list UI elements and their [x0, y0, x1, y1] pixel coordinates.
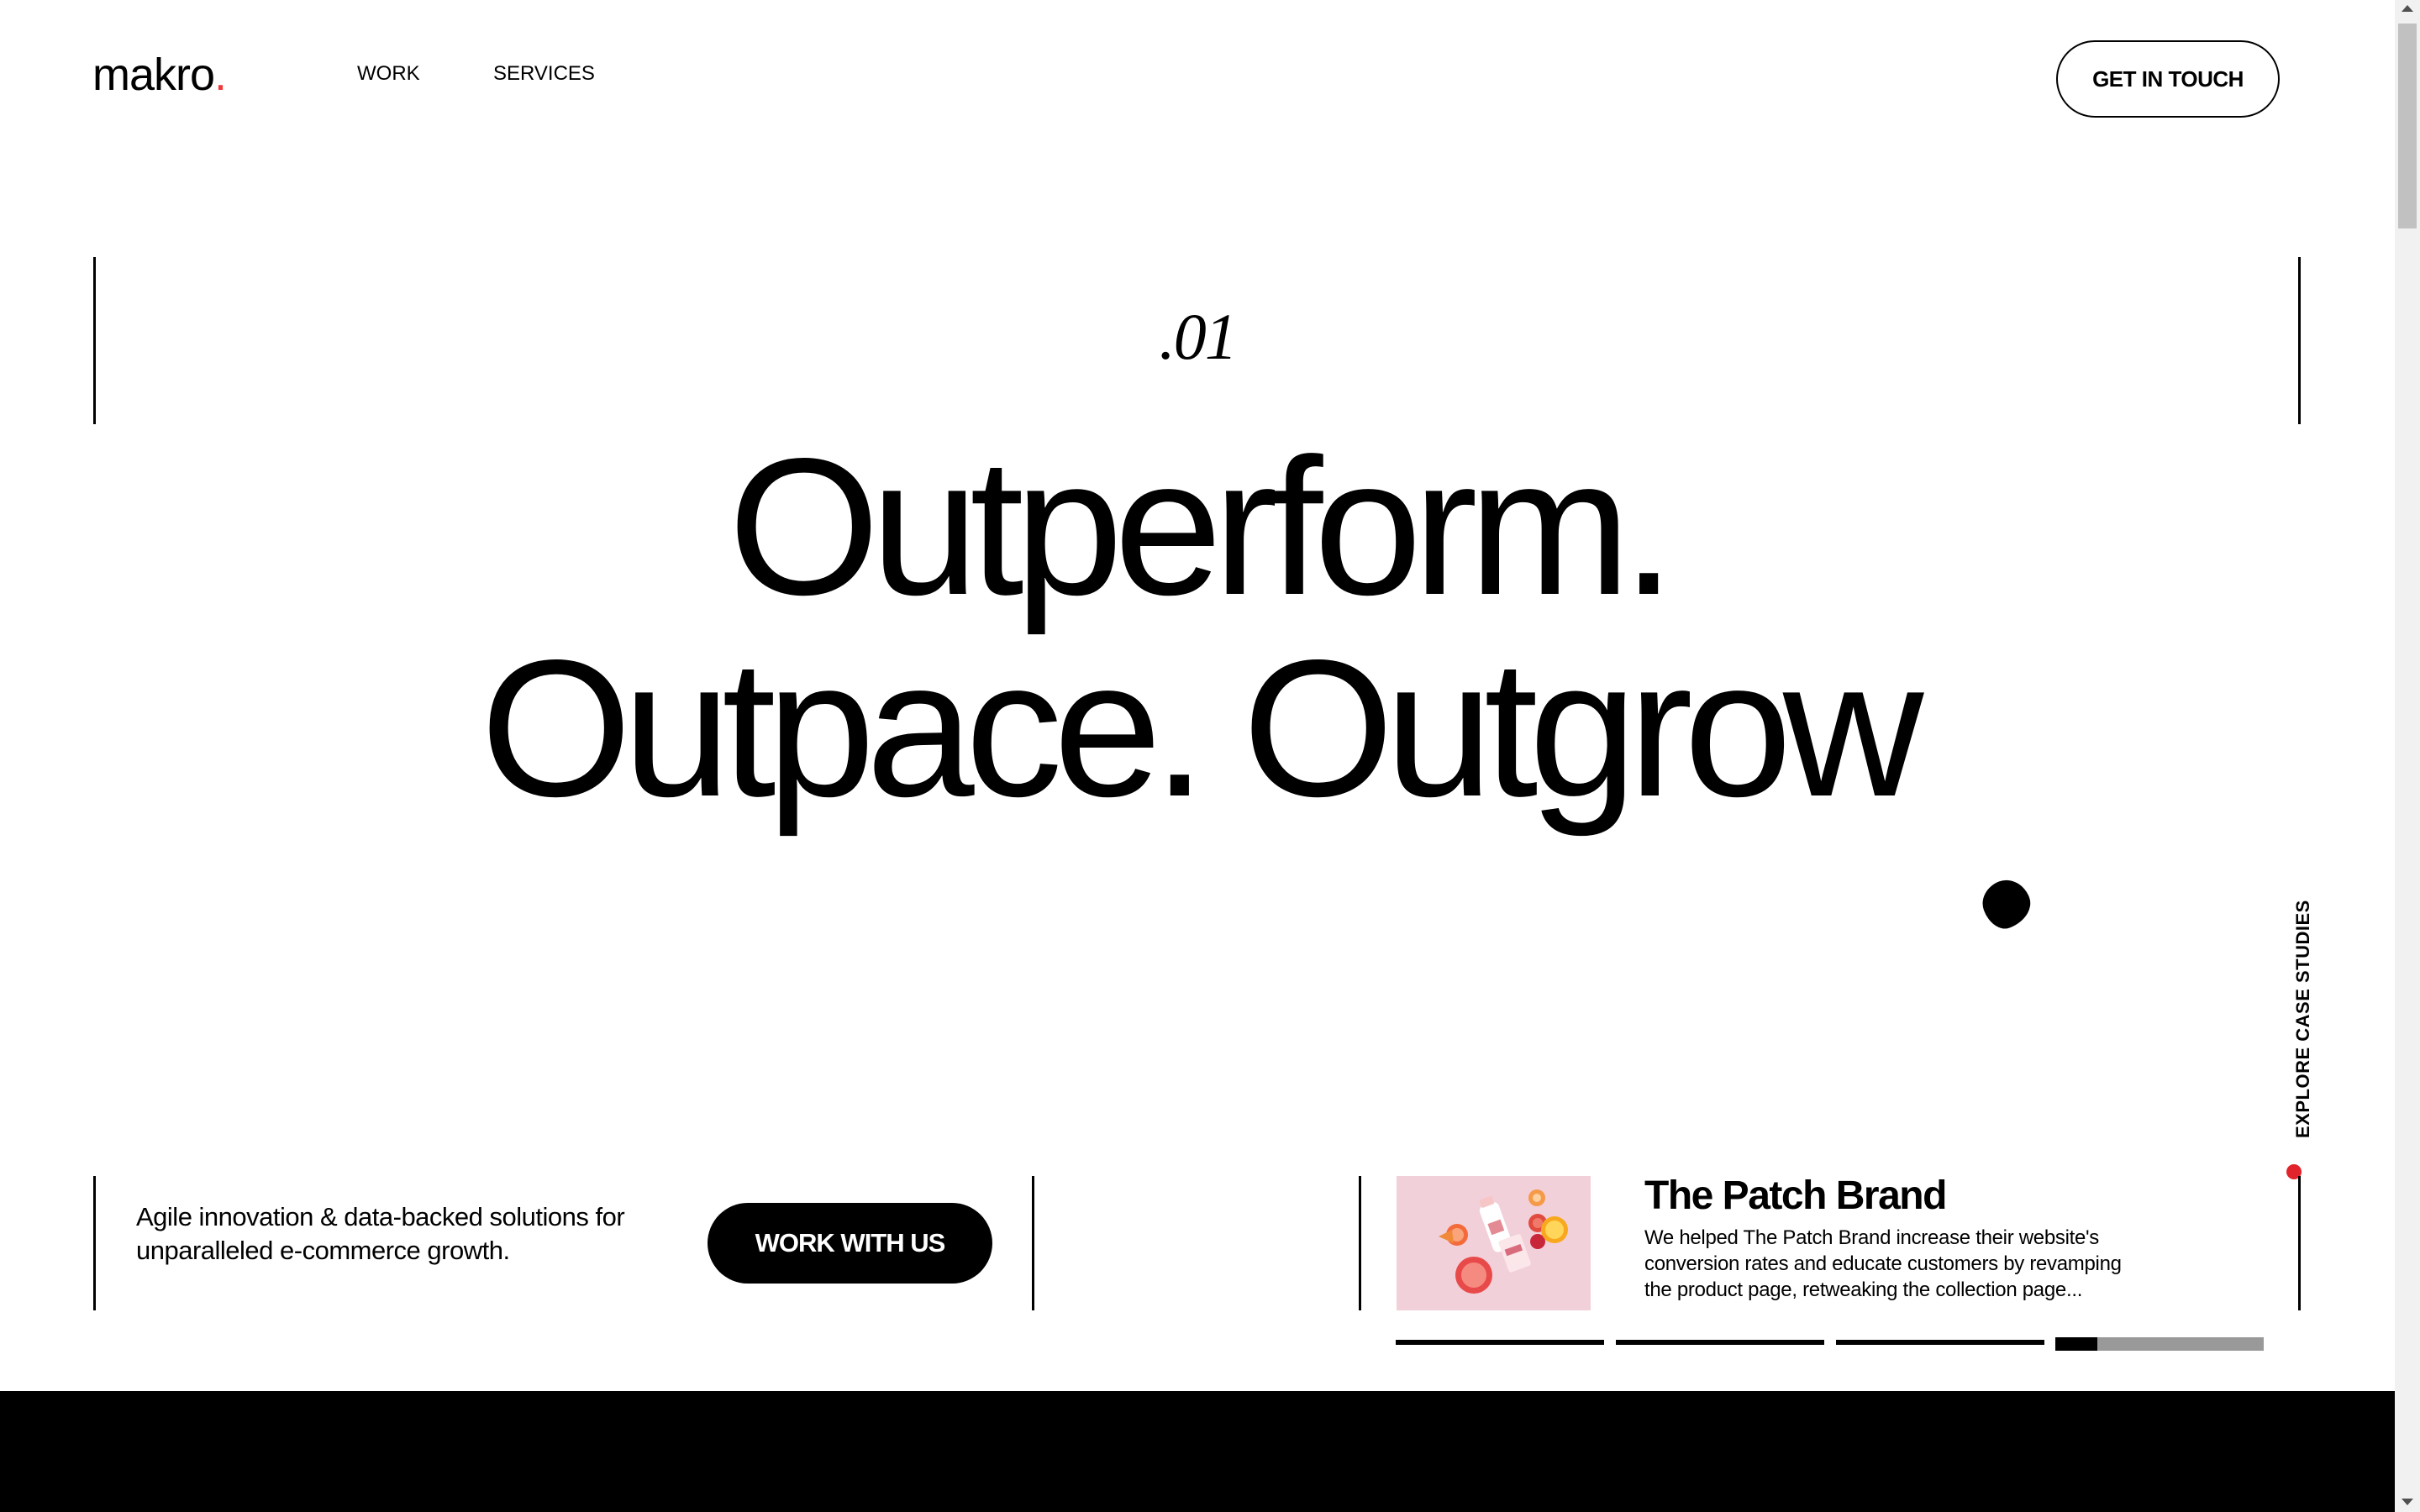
scroll-up-arrow-icon[interactable] — [2402, 5, 2413, 12]
page-scrollbar[interactable] — [2395, 0, 2420, 1512]
slide-progress-2[interactable] — [1616, 1340, 1824, 1345]
case-study-title[interactable]: The Patch Brand — [1644, 1176, 1947, 1216]
hero-headline-line-1: Outperform. — [728, 418, 1676, 636]
nav-services-link[interactable]: SERVICES — [493, 64, 595, 84]
intro-tagline: Agile innovation & data-backed solutions… — [136, 1202, 625, 1265]
intro-frame-left-line — [93, 1176, 96, 1310]
work-with-us-button[interactable]: WORK WITH US — [708, 1203, 992, 1284]
hero-headline-line-2: Outpace. Outgrow — [480, 620, 1924, 837]
footer-section — [0, 1391, 2395, 1512]
slide-progress-4[interactable] — [2055, 1337, 2264, 1351]
product-image — [1397, 1176, 1591, 1310]
scroll-thumb[interactable] — [2398, 24, 2417, 228]
case-study-description: We helped The Patch Brand increase their… — [1644, 1226, 2122, 1301]
logo-text: makro — [92, 50, 215, 100]
case-frame-left-line — [1359, 1176, 1361, 1310]
explore-case-studies-label[interactable]: EXPLORE CASE STUDIES — [2292, 900, 2314, 1138]
case-frame-right-line — [2298, 1176, 2301, 1310]
hero-frame-right-line — [2298, 257, 2301, 424]
section-index: .01 — [1159, 300, 1238, 373]
makro-logo[interactable]: makro. — [92, 50, 227, 100]
scroll-down-arrow-icon[interactable] — [2402, 1499, 2413, 1505]
hero-frame-left-line — [93, 257, 96, 424]
intro-frame-right-line — [1032, 1176, 1034, 1310]
page: makro. WORK SERVICES GET IN TOUCH .01 Ou… — [0, 0, 2395, 1512]
cursor-blob — [1976, 874, 2037, 934]
slide-progress-3[interactable] — [1836, 1340, 2044, 1345]
slide-progress-4-fill — [2055, 1337, 2097, 1351]
slide-progress-1[interactable] — [1396, 1340, 1604, 1345]
nav-work-link[interactable]: WORK — [357, 64, 420, 84]
get-in-touch-button[interactable]: GET IN TOUCH — [2056, 40, 2280, 118]
case-study-thumbnail[interactable] — [1397, 1176, 1591, 1310]
logo-dot: . — [214, 50, 227, 100]
